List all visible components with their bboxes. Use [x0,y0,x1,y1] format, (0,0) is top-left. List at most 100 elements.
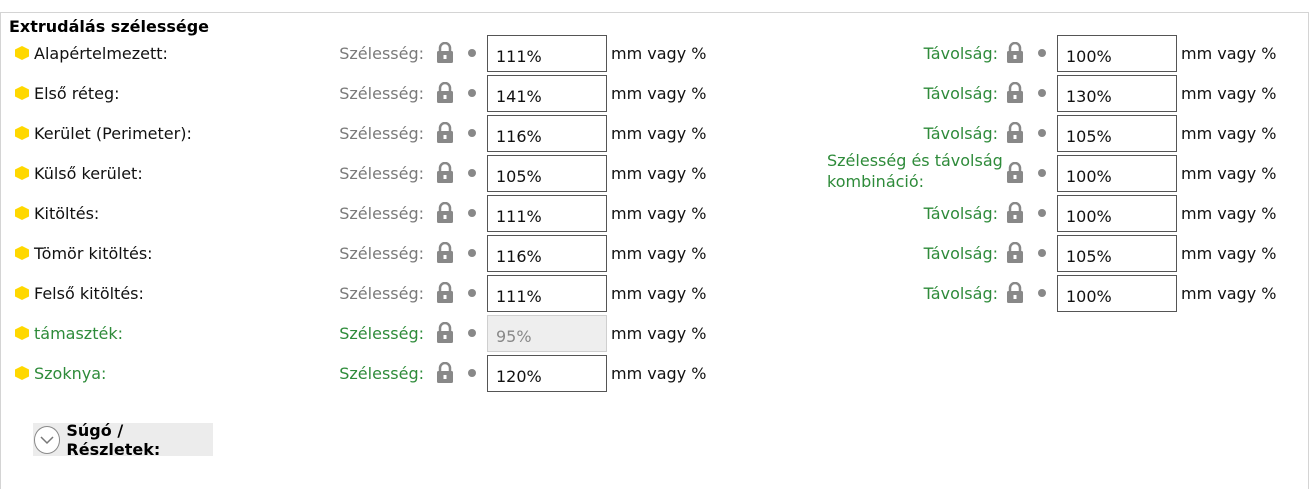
setting-row-solid-infill: Tömör kitöltés: Szélesség: mm vagy % Táv… [0,234,1309,272]
lock-icon[interactable] [435,242,455,264]
width-field[interactable] [487,355,607,392]
dot-icon[interactable] [468,89,476,97]
lock-icon[interactable] [1005,122,1025,144]
bullet-icon [15,126,29,140]
width-field[interactable] [487,275,607,312]
width-label: Szélesség: [339,243,424,263]
unit-label: mm vagy % [1181,83,1277,103]
setting-row-external-perimeter: Külső kerület: Szélesség: mm vagy % Szél… [0,151,1309,192]
width-field[interactable] [487,115,607,152]
dot-icon[interactable] [468,49,476,57]
bullet-icon [15,206,29,220]
unit-label: mm vagy % [1181,243,1277,263]
setting-row-support: támaszték: Szélesség: mm vagy % [0,314,1309,352]
unit-label: mm vagy % [611,43,707,63]
spacing-label: Távolság: [923,283,998,303]
width-label: Szélesség: [339,323,424,343]
width-label: Szélesség: [339,163,424,183]
unit-label: mm vagy % [611,203,707,223]
width-field[interactable] [487,75,607,112]
dot-icon[interactable] [468,289,476,297]
width-label: Szélesség: [339,43,424,63]
chevron-down-icon[interactable] [34,425,61,454]
width-field[interactable] [487,155,607,192]
bullet-icon [15,166,29,180]
setting-label: Alapértelmezett: [34,43,168,63]
lock-icon[interactable] [435,362,455,384]
setting-label: Kitöltés: [34,203,100,223]
unit-label: mm vagy % [611,243,707,263]
dot-icon[interactable] [468,129,476,137]
bullet-icon [15,246,29,260]
dot-icon[interactable] [1038,169,1046,177]
width-field [487,315,607,352]
spacing-field[interactable] [1057,155,1177,192]
width-field[interactable] [487,35,607,72]
spacing-field[interactable] [1057,115,1177,152]
dot-icon[interactable] [1038,129,1046,137]
dot-icon[interactable] [1038,49,1046,57]
spacing-field[interactable] [1057,75,1177,112]
dot-icon[interactable] [1038,249,1046,257]
lock-icon[interactable] [435,42,455,64]
setting-label: Felső kitöltés: [34,283,144,303]
spacing-label: Távolság: [923,83,998,103]
width-field[interactable] [487,235,607,272]
help-details-toggle[interactable]: Súgó / Részletek: [33,420,213,459]
dot-icon[interactable] [468,209,476,217]
bullet-icon [15,86,29,100]
setting-row-perimeter: Kerület (Perimeter): Szélesség: mm vagy … [0,114,1309,152]
dot-icon[interactable] [468,169,476,177]
width-label: Szélesség: [339,123,424,143]
lock-icon[interactable] [1005,202,1025,224]
dot-icon[interactable] [468,249,476,257]
width-field[interactable] [487,195,607,232]
unit-label: mm vagy % [611,323,707,343]
dot-icon[interactable] [468,369,476,377]
setting-label: támaszték: [34,323,123,343]
help-details-label: Súgó / Részletek: [66,420,161,459]
setting-label: Első réteg: [34,83,120,103]
unit-label: mm vagy % [1181,283,1277,303]
setting-row-top-infill: Felső kitöltés: Szélesség: mm vagy % Táv… [0,274,1309,312]
lock-icon[interactable] [435,202,455,224]
lock-icon[interactable] [435,322,455,344]
lock-icon[interactable] [435,282,455,304]
bullet-icon [15,366,29,380]
setting-label: Külső kerület: [34,163,143,183]
unit-label: mm vagy % [611,163,707,183]
lock-icon[interactable] [435,82,455,104]
setting-row-skirt: Szoknya: Szélesség: mm vagy % [0,354,1309,392]
lock-icon[interactable] [1005,242,1025,264]
spacing-field[interactable] [1057,35,1177,72]
spacing-label: Távolság: [923,123,998,143]
spacing-combination-label: Szélesség és távolság kombináció: [827,151,1003,191]
unit-label: mm vagy % [611,283,707,303]
width-label: Szélesség: [339,203,424,223]
lock-icon[interactable] [435,162,455,184]
spacing-label: Távolság: [923,243,998,263]
lock-icon[interactable] [1005,162,1025,184]
spacing-label: Távolság: [923,43,998,63]
dot-icon[interactable] [468,329,476,337]
unit-label: mm vagy % [1181,203,1277,223]
lock-icon[interactable] [1005,282,1025,304]
lock-icon[interactable] [435,122,455,144]
lock-icon[interactable] [1005,82,1025,104]
width-label: Szélesség: [339,283,424,303]
spacing-field[interactable] [1057,195,1177,232]
unit-label: mm vagy % [611,363,707,383]
spacing-field[interactable] [1057,275,1177,312]
setting-label: Kerület (Perimeter): [34,123,192,143]
lock-icon[interactable] [1005,42,1025,64]
dot-icon[interactable] [1038,209,1046,217]
dot-icon[interactable] [1038,289,1046,297]
spacing-field[interactable] [1057,235,1177,272]
dot-icon[interactable] [1038,89,1046,97]
unit-label: mm vagy % [1181,123,1277,143]
bullet-icon [15,46,29,60]
unit-label: mm vagy % [1181,163,1277,183]
spacing-label: Távolság: [923,203,998,223]
bullet-icon [15,326,29,340]
setting-row-first-layer: Első réteg: Szélesség: mm vagy % Távolsá… [0,74,1309,112]
